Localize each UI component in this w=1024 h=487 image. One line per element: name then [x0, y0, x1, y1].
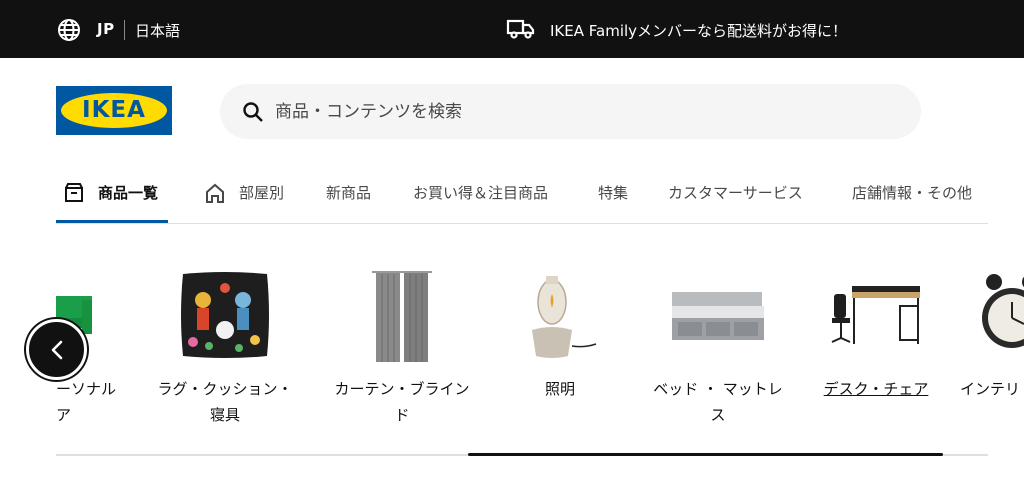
- cushion-thumbnail: [181, 272, 269, 358]
- nav-divider: [56, 223, 988, 224]
- nav-item-deals[interactable]: お買い得＆注目商品: [413, 182, 548, 203]
- clock-thumbnail: [982, 274, 1024, 348]
- nav-item-customer-service[interactable]: カスタマーサービス: [668, 182, 803, 203]
- daybed-thumbnail: [672, 292, 764, 340]
- category-carousel: ーソナル ア ラグ・クッション・ 寝具 カーテン・ブライン ド 照明 ベッド ・…: [0, 256, 1024, 466]
- globe-icon[interactable]: [57, 18, 81, 42]
- search-icon[interactable]: [242, 101, 264, 123]
- category-label: デスク・チェア: [823, 380, 929, 398]
- nav-item-store-info[interactable]: 店舗情報・その他: [852, 182, 972, 203]
- main-nav: 商品一覧 部屋別 新商品 お買い得＆注目商品 特集 カスタマーサービス 店舗情報…: [0, 168, 1024, 226]
- category-label: カーテン・ブライン ド: [334, 380, 470, 424]
- logo-text: IKEA: [82, 97, 146, 123]
- search-bar[interactable]: [220, 84, 921, 139]
- language-selector[interactable]: 日本語: [135, 20, 180, 41]
- search-input[interactable]: [275, 84, 895, 139]
- desk-chair-thumbnail: [831, 286, 920, 344]
- box-icon: [65, 183, 83, 202]
- nav-item-new[interactable]: 新商品: [326, 182, 371, 203]
- nav-item-products[interactable]: 商品一覧: [98, 182, 158, 203]
- carousel-scrollbar-thumb[interactable]: [468, 453, 943, 456]
- category-label: ベッド ・ マットレ ス: [653, 380, 783, 424]
- top-bar: JP 日本語 IKEA Familyメンバーなら配送料がお得に！: [0, 0, 1024, 58]
- nav-item-features[interactable]: 特集: [598, 182, 628, 203]
- country-code[interactable]: JP: [97, 20, 115, 38]
- nav-item-rooms[interactable]: 部屋別: [239, 182, 284, 203]
- chevron-left-icon: [51, 340, 63, 360]
- category-label: インテリ: [960, 380, 1021, 398]
- carousel-prev-button[interactable]: [26, 319, 87, 380]
- family-promo-link[interactable]: IKEA Familyメンバーなら配送料がお得に！: [550, 20, 847, 41]
- category-label: ーソナル ア: [56, 380, 117, 424]
- category-label: 照明: [544, 380, 575, 398]
- delivery-truck-icon: [506, 19, 535, 39]
- home-icon: [206, 183, 224, 203]
- country-language-divider: [124, 20, 125, 40]
- curtain-thumbnail: [372, 271, 432, 362]
- lamp-thumbnail: [532, 276, 597, 358]
- ikea-logo[interactable]: IKEA: [56, 86, 172, 135]
- category-label: ラグ・クッション・ 寝具: [157, 380, 293, 424]
